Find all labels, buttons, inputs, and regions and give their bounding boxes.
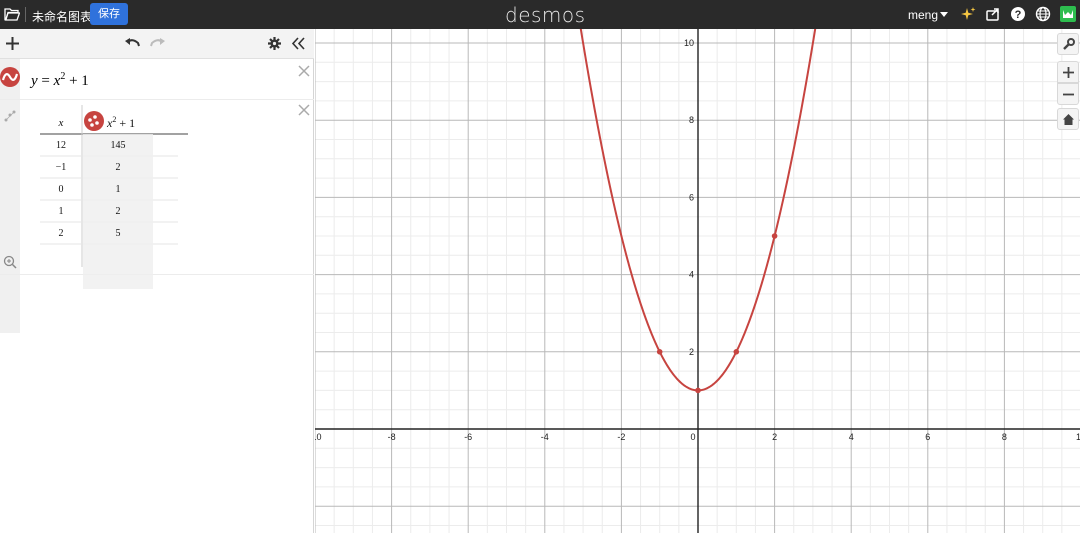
header-exponent: 2 [112,115,117,124]
latex-equals: = [41,73,50,89]
zoom-fit-icon[interactable] [3,255,17,269]
y-tick-label: 10 [684,38,694,48]
gear-icon[interactable] [268,37,281,50]
folder-open-icon[interactable] [4,7,20,21]
table-cell-y: 2 [115,206,121,217]
globe-icon[interactable] [1035,6,1051,22]
table-cell-x[interactable]: −1 [40,162,82,173]
table-header-x[interactable]: x [40,117,82,129]
y-tick-label: 8 [689,115,694,125]
x-tick-label: -6 [464,432,472,442]
graph-settings-button[interactable] [1057,33,1079,55]
chevron-down-icon[interactable] [940,12,948,17]
latex-lhs: y [31,73,38,89]
sparkle-icon[interactable] [960,6,976,22]
top-bar: 未命名图表 保存 desmos meng ? [0,0,1080,29]
add-item-icon[interactable] [6,37,19,50]
undo-icon[interactable] [125,37,140,49]
latex-exponent: 2 [60,71,66,82]
table-point[interactable] [656,349,663,355]
expression-latex[interactable]: y = x2 + 1 [31,71,89,90]
table-cell-y: 2 [115,162,121,173]
table-cell-x[interactable]: 1 [40,206,82,217]
x-tick-label: 0 [690,432,695,442]
table-cell-y: 5 [115,228,121,239]
wrench-icon [1063,38,1075,50]
graph-paper[interactable]: -10 -8 -6 -4 -2 0 2 4 6 8 10 2 4 6 8 10 [315,29,1080,533]
table-header-y[interactable]: x2 + 1 [107,115,143,131]
x-tick-label: 10 [1076,432,1080,442]
table-points-icon[interactable] [3,109,17,123]
close-icon[interactable] [298,65,310,77]
x-tick-label: 6 [925,432,930,442]
close-icon[interactable] [298,104,310,116]
expression-toolbar [0,29,314,59]
y-tick-label: 4 [689,270,694,280]
graph-title[interactable]: 未命名图表 [32,8,92,25]
zoom-in-button[interactable] [1057,61,1079,83]
svg-text:?: ? [1015,9,1022,21]
plus-icon [1063,67,1074,78]
save-button[interactable]: 保存 [90,3,128,25]
x-tick-label: -4 [541,432,549,442]
default-viewport-button[interactable] [1057,108,1079,130]
table-point[interactable] [733,349,740,355]
x-tick-label: -10 [315,432,322,442]
curve-color-icon[interactable] [0,67,20,87]
table-cell-x[interactable]: 12 [40,140,82,151]
avatar[interactable] [1060,6,1076,22]
table-point[interactable] [771,233,778,239]
help-icon[interactable]: ? [1010,6,1026,22]
collapse-panel-icon[interactable] [291,37,305,50]
home-icon [1063,114,1074,125]
points-color-icon[interactable] [84,111,104,131]
graph-canvas[interactable]: -10 -8 -6 -4 -2 0 2 4 6 8 10 2 4 6 8 10 [315,29,1080,533]
y-tick-label: 2 [689,347,694,357]
y-tick-label: 6 [689,192,694,202]
divider [25,7,26,22]
x-tick-label: 2 [772,432,777,442]
expression-row[interactable]: y = x2 + 1 [0,59,314,100]
table-cell-y: 1 [115,184,121,195]
desmos-logo: desmos [505,3,586,27]
table-cell-x[interactable]: 2 [40,228,82,239]
user-menu[interactable]: meng [908,8,938,22]
zoom-out-button[interactable] [1057,83,1079,105]
x-tick-label: 4 [849,432,854,442]
header-rest: + 1 [119,116,136,130]
minus-icon [1063,93,1074,96]
x-tick-label: 8 [1002,432,1007,442]
table-cell-y: 145 [110,140,126,151]
table-cell-x[interactable]: 0 [40,184,82,195]
x-tick-label: -2 [617,432,625,442]
expression-panel: y = x2 + 1 x x2 + 1 12 145 −1 2 0 1 1 2 … [0,29,314,533]
redo-icon[interactable] [150,37,165,49]
table-point[interactable] [695,387,701,394]
share-icon[interactable] [985,6,1001,22]
latex-rest: + 1 [69,73,89,89]
x-tick-label: -8 [388,432,396,442]
